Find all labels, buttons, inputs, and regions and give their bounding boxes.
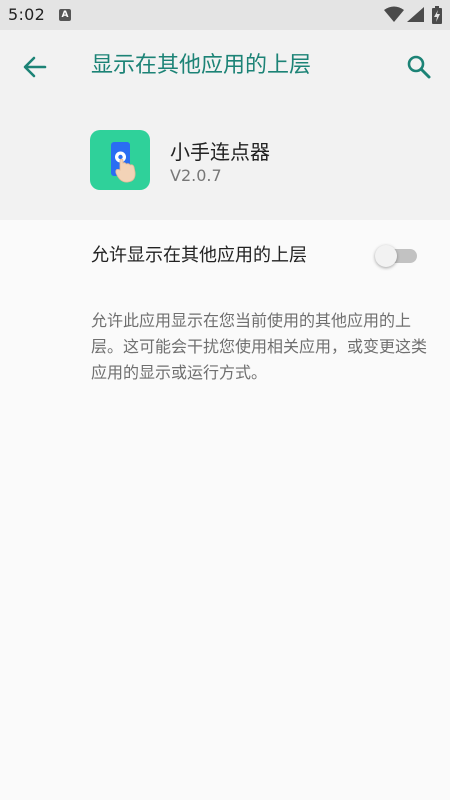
battery-charging-icon (432, 6, 442, 24)
search-button[interactable] (402, 50, 436, 84)
arrow-left-icon (23, 56, 47, 78)
status-time: 5:02 (8, 5, 46, 24)
app-bar: 显示在其他应用的上层 (0, 30, 450, 104)
notification-badge-text: A (61, 10, 69, 20)
overlay-permission-switch[interactable] (375, 243, 417, 267)
back-button[interactable] (18, 50, 52, 84)
permission-description: 允许此应用显示在您当前使用的其他应用的上层。这可能会干扰您使用相关应用，或变更这… (91, 311, 428, 382)
app-icon-graphic (111, 142, 136, 183)
overlay-permission-label: 允许显示在其他应用的上层 (91, 245, 307, 266)
app-name: 小手连点器 (170, 140, 270, 164)
signal-icon (407, 7, 424, 22)
notification-a-icon: A (59, 9, 71, 21)
page-title: 显示在其他应用的上层 (91, 53, 312, 78)
switch-thumb (375, 245, 397, 267)
app-version: V2.0.7 (170, 166, 222, 185)
overlay-permission-row[interactable]: 允许显示在其他应用的上层 (0, 220, 450, 290)
search-icon (407, 55, 431, 79)
status-bar: 5:02 A (0, 0, 450, 30)
tap-hand-app-icon (90, 130, 150, 190)
app-header: 小手连点器 V2.0.7 (0, 104, 450, 220)
wifi-icon (384, 6, 404, 22)
